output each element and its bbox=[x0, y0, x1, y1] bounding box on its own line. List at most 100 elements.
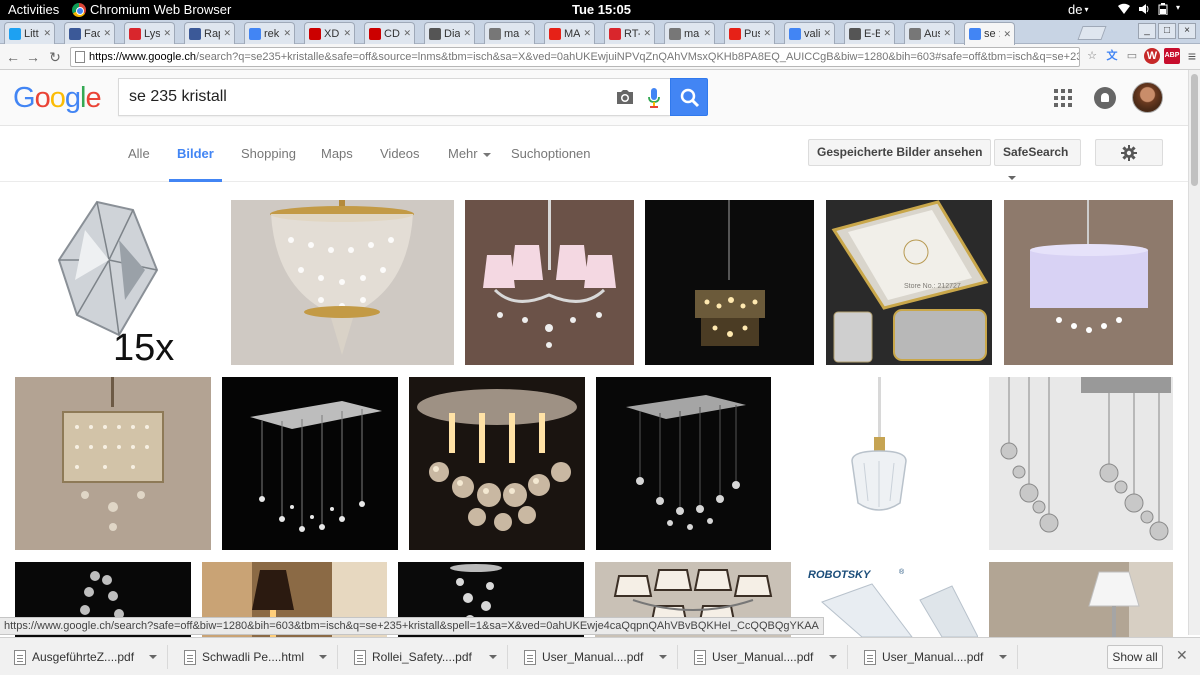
settings-button[interactable] bbox=[1095, 139, 1163, 166]
tab-maps[interactable]: Maps bbox=[321, 146, 353, 161]
translate-icon[interactable]: 文 bbox=[1104, 48, 1120, 64]
forward-button[interactable]: → bbox=[24, 48, 42, 66]
close-tab-icon[interactable]: ✕ bbox=[883, 28, 894, 39]
clock[interactable]: Tue 15:05 bbox=[572, 2, 631, 17]
download-item[interactable]: Rollei_Safety....pdf bbox=[340, 645, 508, 669]
image-result[interactable] bbox=[231, 200, 454, 365]
notifications-bell-icon[interactable] bbox=[1094, 87, 1116, 109]
close-tab-icon[interactable]: ✕ bbox=[763, 28, 774, 39]
image-result[interactable]: Store No.: 212727 bbox=[826, 200, 992, 365]
activities-button[interactable]: Activities bbox=[8, 2, 59, 17]
camera-search-icon[interactable] bbox=[615, 88, 635, 106]
browser-tab[interactable]: rek ✕ bbox=[244, 22, 295, 44]
browser-tab[interactable]: se : ✕ bbox=[964, 22, 1015, 45]
close-tab-icon[interactable]: ✕ bbox=[43, 28, 54, 39]
image-result[interactable] bbox=[989, 377, 1173, 550]
app-menu[interactable]: Chromium Web Browser bbox=[72, 2, 231, 17]
chevron-down-icon[interactable] bbox=[149, 655, 157, 659]
close-tab-icon[interactable]: ✕ bbox=[583, 28, 594, 39]
browser-tab[interactable]: Pus✕ bbox=[724, 22, 775, 44]
browser-tab[interactable]: mar✕ bbox=[484, 22, 535, 44]
download-item[interactable]: Schwadli Pe....html bbox=[170, 645, 338, 669]
image-result[interactable] bbox=[15, 377, 211, 550]
google-logo[interactable]: Google bbox=[13, 82, 102, 115]
close-tab-icon[interactable]: ✕ bbox=[703, 28, 714, 39]
chevron-down-icon[interactable] bbox=[489, 655, 497, 659]
close-window-button[interactable]: × bbox=[1178, 23, 1196, 39]
search-input[interactable] bbox=[129, 88, 599, 106]
close-tab-icon[interactable]: ✕ bbox=[223, 28, 234, 39]
browser-tab[interactable]: vali ✕ bbox=[784, 22, 835, 44]
browser-tab[interactable]: Aus✕ bbox=[904, 22, 955, 44]
browser-tab[interactable]: E-B✕ bbox=[844, 22, 895, 44]
close-icon[interactable]: ✕ bbox=[1176, 647, 1188, 664]
system-status-area[interactable]: ▾ bbox=[1118, 3, 1180, 18]
browser-tab[interactable]: XD ✕ bbox=[304, 22, 355, 44]
close-tab-icon[interactable]: ✕ bbox=[403, 28, 414, 39]
avatar[interactable] bbox=[1132, 82, 1163, 113]
browser-tab[interactable]: mar✕ bbox=[664, 22, 715, 44]
chevron-down-icon[interactable] bbox=[829, 655, 837, 659]
download-item[interactable]: User_Manual....pdf bbox=[850, 645, 1018, 669]
microphone-icon[interactable] bbox=[647, 87, 661, 109]
address-bar[interactable]: https://www.google.ch/search?q=se235+kri… bbox=[70, 47, 1080, 67]
safesearch-button[interactable]: SafeSearch bbox=[994, 139, 1081, 180]
browser-tab[interactable]: CD ✕ bbox=[364, 22, 415, 44]
browser-tab[interactable]: MA ✕ bbox=[544, 22, 595, 44]
close-tab-icon[interactable]: ✕ bbox=[823, 28, 834, 39]
tab-more[interactable]: Mehr bbox=[448, 146, 491, 161]
close-tab-icon[interactable]: ✕ bbox=[343, 28, 354, 39]
tab-all[interactable]: Alle bbox=[128, 146, 150, 161]
reload-button[interactable]: ↻ bbox=[46, 48, 64, 66]
browser-tab[interactable]: Dia ✕ bbox=[424, 22, 475, 44]
search-button[interactable] bbox=[670, 78, 708, 116]
image-result[interactable] bbox=[645, 200, 814, 365]
close-tab-icon[interactable]: ✕ bbox=[943, 28, 954, 39]
close-tab-icon[interactable]: ✕ bbox=[103, 28, 114, 39]
browser-tab[interactable]: Fac✕ bbox=[64, 22, 115, 44]
new-tab-button[interactable] bbox=[1077, 26, 1107, 40]
scrollbar-thumb[interactable] bbox=[1191, 74, 1198, 186]
cast-icon[interactable]: ▭ bbox=[1124, 48, 1140, 64]
image-result[interactable] bbox=[409, 377, 585, 550]
browser-tab[interactable]: RT- ✕ bbox=[604, 22, 655, 44]
download-item[interactable]: User_Manual....pdf bbox=[680, 645, 848, 669]
bookmark-star-icon[interactable]: ☆ bbox=[1084, 48, 1100, 64]
browser-tab[interactable]: Rap✕ bbox=[184, 22, 235, 44]
browser-tab[interactable]: Lys ✕ bbox=[124, 22, 175, 44]
close-tab-icon[interactable]: ✕ bbox=[523, 28, 534, 39]
tab-search-tools[interactable]: Suchoptionen bbox=[511, 146, 591, 161]
page-info-icon[interactable] bbox=[75, 51, 85, 63]
close-tab-icon[interactable]: ✕ bbox=[463, 28, 474, 39]
maximize-button[interactable]: □ bbox=[1158, 23, 1176, 39]
tab-shopping[interactable]: Shopping bbox=[241, 146, 296, 161]
image-result[interactable] bbox=[465, 200, 634, 365]
download-item[interactable]: User_Manual....pdf bbox=[510, 645, 678, 669]
image-result[interactable] bbox=[1004, 200, 1173, 365]
tab-videos[interactable]: Videos bbox=[380, 146, 420, 161]
download-item[interactable]: AusgeführteZ....pdf bbox=[0, 645, 168, 669]
chevron-down-icon[interactable] bbox=[999, 655, 1007, 659]
page-scrollbar[interactable] bbox=[1188, 70, 1200, 635]
image-result[interactable]: 15x bbox=[15, 200, 220, 365]
chevron-down-icon[interactable] bbox=[659, 655, 667, 659]
tab-images[interactable]: Bilder bbox=[169, 146, 222, 182]
image-result[interactable] bbox=[222, 377, 398, 550]
image-result[interactable]: ROBOTSKY ® bbox=[802, 562, 978, 637]
chevron-down-icon[interactable] bbox=[319, 655, 327, 659]
shield-ext-icon[interactable]: W bbox=[1144, 48, 1160, 64]
keyboard-layout-indicator[interactable]: de ▾ bbox=[1068, 2, 1088, 17]
menu-icon[interactable]: ≡ bbox=[1184, 48, 1200, 64]
adblock-ext-icon[interactable]: ABP bbox=[1164, 48, 1180, 64]
close-tab-icon[interactable]: ✕ bbox=[1003, 29, 1014, 40]
close-tab-icon[interactable]: ✕ bbox=[643, 28, 654, 39]
saved-images-button[interactable]: Gespeicherte Bilder ansehen bbox=[808, 139, 992, 166]
show-all-downloads-button[interactable]: Show all bbox=[1107, 645, 1163, 669]
minimize-button[interactable]: _ bbox=[1138, 23, 1156, 39]
browser-tab[interactable]: Litt ✕ bbox=[4, 22, 55, 44]
close-tab-icon[interactable]: ✕ bbox=[283, 28, 294, 39]
image-result[interactable] bbox=[782, 377, 978, 550]
image-result[interactable] bbox=[989, 562, 1173, 637]
image-result[interactable] bbox=[596, 377, 771, 550]
back-button[interactable]: ← bbox=[4, 48, 22, 66]
